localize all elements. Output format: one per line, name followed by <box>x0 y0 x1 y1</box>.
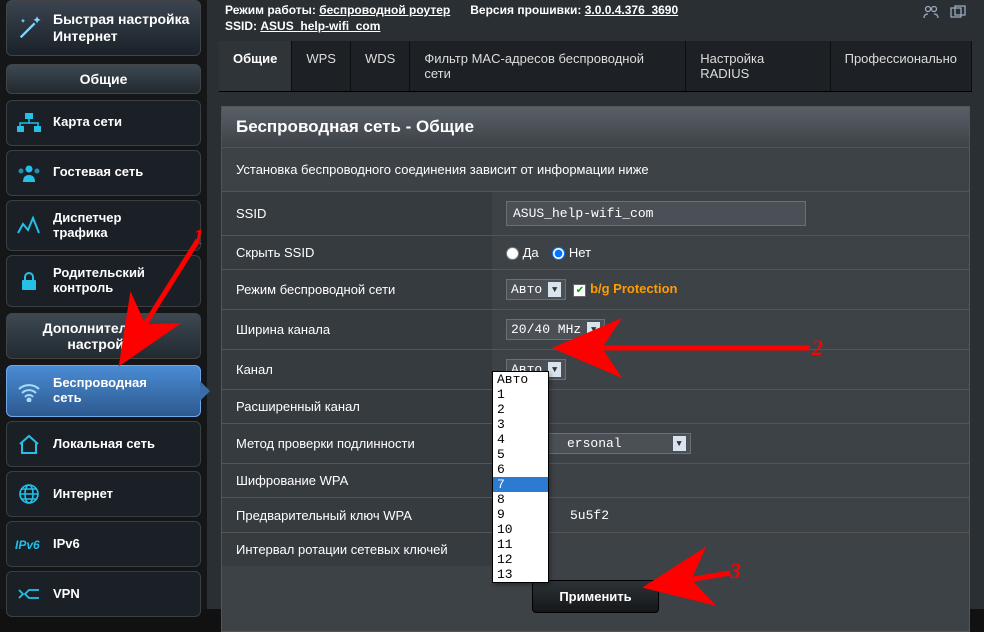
width-select[interactable]: 20/40 MHz▼ <box>506 319 605 340</box>
sidebar-item-wan[interactable]: Интернет <box>6 471 201 517</box>
tab-wps[interactable]: WPS <box>292 41 351 91</box>
menu-label: Родительскийконтроль <box>53 266 145 296</box>
chevron-down-icon: ▼ <box>587 322 600 337</box>
label-width: Ширина канала <box>222 310 492 350</box>
menu-label: Карта сети <box>53 115 122 130</box>
bg-protection-label: b/g Protection <box>590 281 677 296</box>
tab-wds[interactable]: WDS <box>351 41 410 91</box>
channel-option[interactable]: 3 <box>493 417 548 432</box>
menu-label: Гостевая сеть <box>53 165 143 180</box>
tab-professional[interactable]: Профессионально <box>831 41 972 91</box>
topbar: Режим работы: беспроводной роутер Версия… <box>207 0 984 41</box>
ssid-input[interactable] <box>506 201 806 226</box>
label-wpa: Шифрование WPA <box>222 464 492 498</box>
sidebar-item-ipv6[interactable]: IPv6 IPv6 <box>6 521 201 567</box>
label-psk: Предварительный ключ WPA <box>222 498 492 533</box>
panel-desc: Установка беспроводного соединения завис… <box>222 148 969 191</box>
channel-option[interactable]: 2 <box>493 402 548 417</box>
users-icon[interactable] <box>922 5 940 22</box>
sidebar-item-lan[interactable]: Локальная сеть <box>6 421 201 467</box>
home-icon <box>15 432 43 456</box>
sidebar-item-guest[interactable]: Гостевая сеть <box>6 150 201 196</box>
sidebar-item-wireless[interactable]: Беспроводнаясеть <box>6 365 201 417</box>
chevron-down-icon: ▼ <box>548 282 561 297</box>
tab-radius[interactable]: Настройка RADIUS <box>686 41 830 91</box>
ssid-value: ASUS_help-wifi_com <box>260 19 380 33</box>
wand-icon <box>15 13 45 43</box>
svg-text:IPv6: IPv6 <box>15 538 40 552</box>
menu-label: Беспроводнаясеть <box>53 376 147 406</box>
channel-option[interactable]: Авто <box>493 372 548 387</box>
menu-label: Интернет <box>53 487 113 502</box>
globe-icon <box>15 482 43 506</box>
menu-label: IPv6 <box>53 537 80 552</box>
channel-option[interactable]: 9 <box>493 507 548 522</box>
channel-option[interactable]: 10 <box>493 522 548 537</box>
label-auth: Метод проверки подлинности <box>222 424 492 464</box>
section-advanced: Дополнительные настройки <box>6 313 201 359</box>
quick-setup-button[interactable]: Быстрая настройка Интернет <box>6 0 201 56</box>
form-table: SSID Скрыть SSID Да Нет Режим беспроводн… <box>222 191 969 566</box>
label-ext-channel: Расширенный канал <box>222 390 492 424</box>
mode-label: Режим работы: <box>225 3 316 17</box>
mode-value[interactable]: беспроводной роутер <box>319 3 450 17</box>
network-map-icon <box>15 111 43 135</box>
lock-icon <box>15 269 43 293</box>
channel-option[interactable]: 8 <box>493 492 548 507</box>
quick-setup-label: Быстрая настройка Интернет <box>53 11 189 45</box>
channel-option[interactable]: 11 <box>493 537 548 552</box>
mode-select[interactable]: Авто▼ <box>506 279 566 300</box>
hide-ssid-no[interactable]: Нет <box>552 245 591 260</box>
ssid-label: SSID: <box>225 19 257 33</box>
ipv6-icon: IPv6 <box>15 532 43 556</box>
chevron-down-icon: ▼ <box>673 436 686 451</box>
menu-label: Локальная сеть <box>53 437 155 452</box>
channel-option[interactable]: 5 <box>493 447 548 462</box>
menu-label: VPN <box>53 587 80 602</box>
wifi-icon <box>15 379 43 403</box>
apply-button[interactable]: Применить <box>532 580 658 613</box>
channel-option[interactable]: 12 <box>493 552 548 567</box>
section-general: Общие <box>6 64 201 94</box>
main: Режим работы: беспроводной роутер Версия… <box>207 0 984 609</box>
channel-option[interactable]: 6 <box>493 462 548 477</box>
windows-icon[interactable] <box>950 5 966 22</box>
sidebar-item-parental[interactable]: Родительскийконтроль <box>6 255 201 307</box>
hide-ssid-yes[interactable]: Да <box>506 245 539 260</box>
tab-general[interactable]: Общие <box>219 41 292 91</box>
sidebar-item-network-map[interactable]: Карта сети <box>6 100 201 146</box>
label-rotation: Интервал ротации сетевых ключей <box>222 533 492 567</box>
menu-label: Диспетчертрафика <box>53 211 121 241</box>
bg-protection-checkbox[interactable]: ✔ <box>573 284 586 297</box>
label-hide-ssid: Скрыть SSID <box>222 236 492 270</box>
tabs: Общие WPS WDS Фильтр MAC-адресов беспров… <box>219 41 972 92</box>
label-ssid: SSID <box>222 192 492 236</box>
vpn-icon <box>15 582 43 606</box>
label-channel: Канал <box>222 350 492 390</box>
channel-dropdown[interactable]: Авто12345678910111213 <box>492 371 549 583</box>
channel-option[interactable]: 1 <box>493 387 548 402</box>
channel-option[interactable]: 7 <box>493 477 548 492</box>
channel-option[interactable]: 13 <box>493 567 548 582</box>
sidebar: Быстрая настройка Интернет Общие Карта с… <box>0 0 207 609</box>
panel-title: Беспроводная сеть - Общие <box>222 107 969 148</box>
fw-label: Версия прошивки: <box>470 3 581 17</box>
channel-option[interactable]: 4 <box>493 432 548 447</box>
sidebar-item-traffic[interactable]: Диспетчертрафика <box>6 200 201 252</box>
chevron-down-icon: ▼ <box>548 362 561 377</box>
traffic-icon <box>15 214 43 238</box>
tab-mac-filter[interactable]: Фильтр MAC-адресов беспроводной сети <box>410 41 686 91</box>
fw-value[interactable]: 3.0.0.4.376_3690 <box>585 3 678 17</box>
panel: Беспроводная сеть - Общие Установка бесп… <box>221 106 970 632</box>
label-mode: Режим беспроводной сети <box>222 270 492 310</box>
guest-icon <box>15 161 43 185</box>
sidebar-item-vpn[interactable]: VPN <box>6 571 201 617</box>
